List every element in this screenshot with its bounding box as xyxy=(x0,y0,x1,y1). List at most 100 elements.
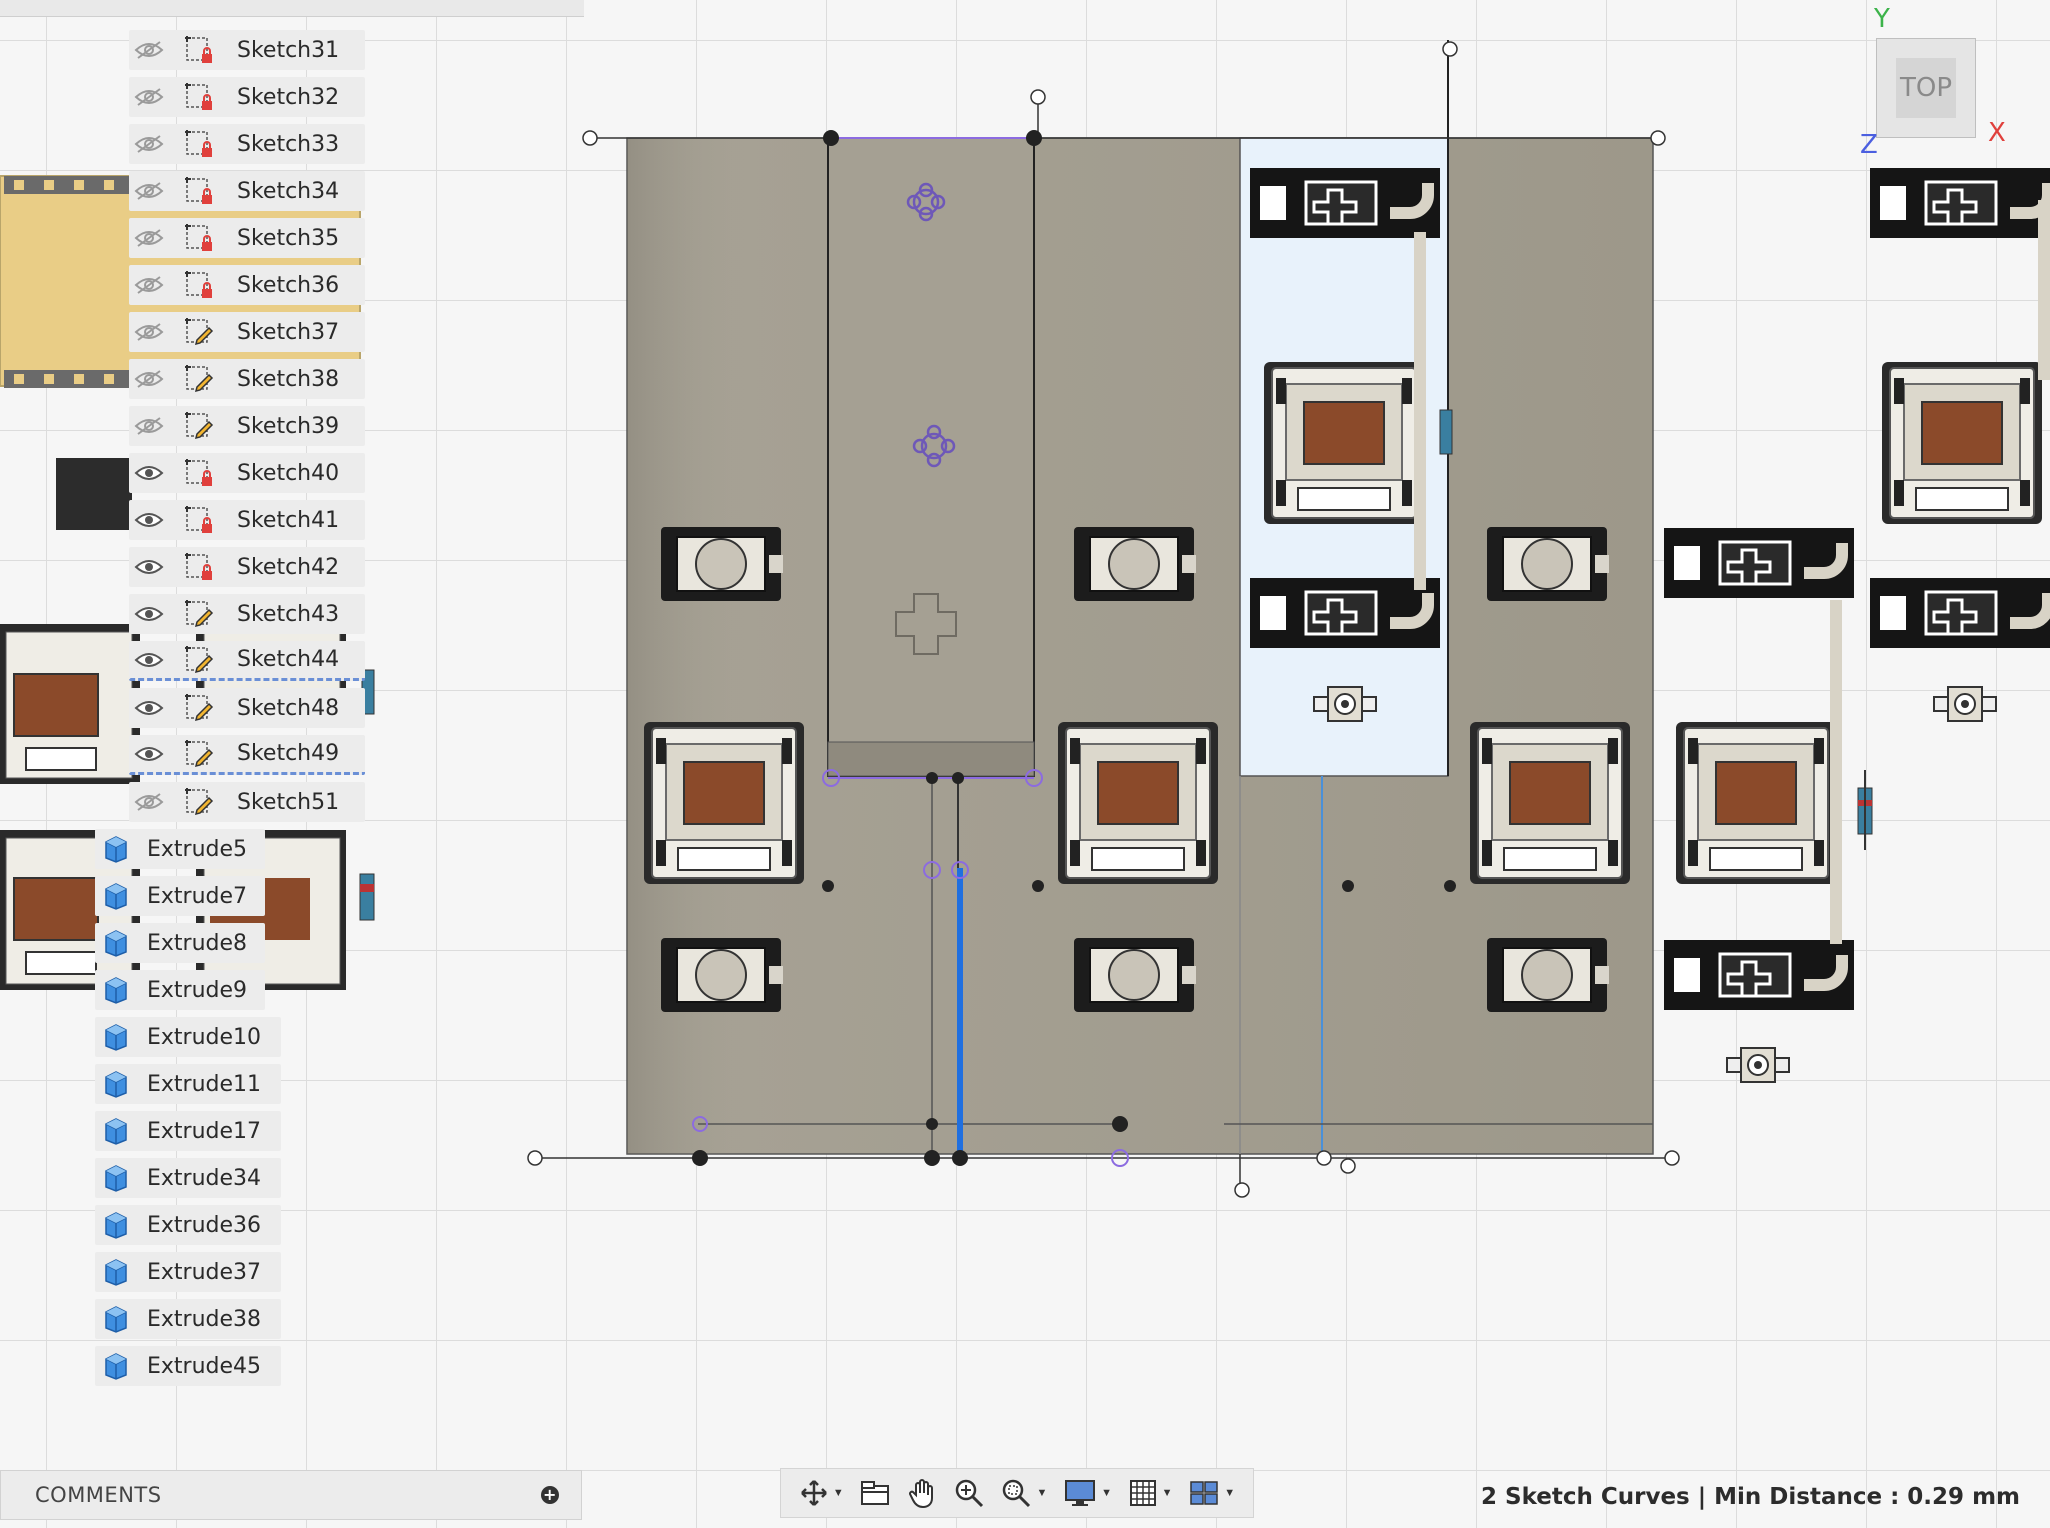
eye-hidden-icon[interactable] xyxy=(129,782,169,822)
viewports-dropdown-icon[interactable]: ▼ xyxy=(1224,1487,1235,1499)
eye-hidden-icon[interactable] xyxy=(129,171,169,211)
extrude-body-icon xyxy=(99,973,133,1007)
extrude-body-icon xyxy=(99,1302,133,1336)
browser-item-label: Extrude11 xyxy=(147,1071,262,1097)
browser-item-extrude8[interactable]: Extrude8 xyxy=(95,923,265,963)
browser-item-extrude11[interactable]: Extrude11 xyxy=(95,1064,281,1104)
browser-item-sketch33[interactable]: Sketch33 xyxy=(129,124,365,164)
pan-button[interactable] xyxy=(907,1477,937,1509)
eye-hidden-icon[interactable] xyxy=(129,218,169,258)
browser-item-label: Extrude37 xyxy=(147,1259,262,1285)
sketch-locked-icon xyxy=(179,547,219,587)
orbit-dropdown-icon[interactable]: ▼ xyxy=(833,1487,844,1499)
browser-item-extrude5[interactable]: Extrude5 xyxy=(95,829,265,869)
orbit-button[interactable]: ▼ xyxy=(799,1478,844,1508)
sketch-locked-icon xyxy=(179,218,219,258)
browser-item-sketch49[interactable]: Sketch49 xyxy=(129,735,365,775)
browser-item-sketch32[interactable]: Sketch32 xyxy=(129,77,365,117)
grid-dropdown-icon[interactable]: ▼ xyxy=(1162,1487,1173,1499)
viewports-button[interactable]: ▼ xyxy=(1188,1478,1235,1508)
sketch-locked-icon xyxy=(179,30,219,70)
browser-item-label: Extrude17 xyxy=(147,1118,262,1144)
browser-header[interactable] xyxy=(0,0,584,17)
eye-hidden-icon[interactable] xyxy=(129,77,169,117)
browser-item-sketch43[interactable]: Sketch43 xyxy=(129,594,365,634)
orbit-icon xyxy=(800,1480,827,1506)
browser-item-label: Extrude9 xyxy=(147,977,248,1003)
eye-icon[interactable] xyxy=(129,547,169,587)
browser-item-label: Sketch41 xyxy=(237,507,340,533)
browser-item-label: Sketch32 xyxy=(237,84,340,110)
browser-item-sketch48[interactable]: Sketch48 xyxy=(129,688,365,728)
browser-item-extrude34[interactable]: Extrude34 xyxy=(95,1158,281,1198)
eye-icon[interactable] xyxy=(129,734,169,774)
zoom-dropdown-icon[interactable]: ▼ xyxy=(1036,1487,1047,1499)
grid-settings-icon xyxy=(1129,1480,1156,1506)
browser-item-sketch42[interactable]: Sketch42 xyxy=(129,547,365,587)
eye-icon[interactable] xyxy=(129,453,169,493)
eye-hidden-icon[interactable] xyxy=(129,265,169,305)
sketch-edit-icon xyxy=(179,640,219,680)
browser-item-label: Sketch38 xyxy=(237,366,340,392)
eye-hidden-icon[interactable] xyxy=(129,30,169,70)
browser-item-extrude37[interactable]: Extrude37 xyxy=(95,1252,281,1292)
display-settings-icon xyxy=(1065,1480,1096,1506)
browser-item-label: Sketch36 xyxy=(237,272,340,298)
browser-item-extrude38[interactable]: Extrude38 xyxy=(95,1299,281,1339)
browser-item-sketch37[interactable]: Sketch37 xyxy=(129,312,365,352)
browser-item-extrude17[interactable]: Extrude17 xyxy=(95,1111,281,1151)
sketch-edit-icon xyxy=(179,734,219,774)
eye-hidden-icon[interactable] xyxy=(129,359,169,399)
zoom-window-button[interactable]: ▼ xyxy=(1000,1477,1047,1509)
sketch-edit-icon xyxy=(179,406,219,446)
browser-item-sketch51[interactable]: Sketch51 xyxy=(129,782,365,822)
extrude-body-icon xyxy=(99,1208,133,1242)
browser-item-sketch39[interactable]: Sketch39 xyxy=(129,406,365,446)
browser-item-extrude36[interactable]: Extrude36 xyxy=(95,1205,281,1245)
browser-item-extrude10[interactable]: Extrude10 xyxy=(95,1017,281,1057)
extrude-body-icon xyxy=(99,1349,133,1383)
eye-hidden-icon[interactable] xyxy=(129,406,169,446)
browser-item-label: Sketch34 xyxy=(237,178,340,204)
browser-item-label: Sketch49 xyxy=(237,741,340,766)
browser-item-sketch34[interactable]: Sketch34 xyxy=(129,171,365,211)
eye-icon[interactable] xyxy=(129,500,169,540)
browser-item-sketch40[interactable]: Sketch40 xyxy=(129,453,365,493)
eye-icon[interactable] xyxy=(129,594,169,634)
view-cube[interactable]: TOP xyxy=(1872,36,1982,146)
browser-item-sketch31[interactable]: Sketch31 xyxy=(129,30,365,70)
browser-item-label: Extrude7 xyxy=(147,883,248,909)
browser-item-label: Extrude45 xyxy=(147,1353,262,1379)
zoom-button[interactable] xyxy=(953,1477,985,1509)
browser-item-sketch36[interactable]: Sketch36 xyxy=(129,265,365,305)
sketch-edit-icon xyxy=(179,688,219,728)
browser-item-extrude9[interactable]: Extrude9 xyxy=(95,970,265,1010)
browser-item-sketch38[interactable]: Sketch38 xyxy=(129,359,365,399)
sketch-edit-icon xyxy=(179,594,219,634)
sketch-edit-icon xyxy=(179,359,219,399)
eye-hidden-icon[interactable] xyxy=(129,124,169,164)
grid-settings-button[interactable]: ▼ xyxy=(1128,1478,1173,1508)
comments-panel[interactable]: COMMENTS + xyxy=(0,1470,582,1520)
browser-item-sketch41[interactable]: Sketch41 xyxy=(129,500,365,540)
browser-item-sketch35[interactable]: Sketch35 xyxy=(129,218,365,258)
eye-hidden-icon[interactable] xyxy=(129,312,169,352)
zoom-window-icon xyxy=(1003,1479,1031,1508)
browser-item-extrude7[interactable]: Extrude7 xyxy=(95,876,265,916)
eye-icon[interactable] xyxy=(129,640,169,680)
eye-icon[interactable] xyxy=(129,688,169,728)
browser-item-extrude45[interactable]: Extrude45 xyxy=(95,1346,281,1386)
display-dropdown-icon[interactable]: ▼ xyxy=(1101,1487,1112,1499)
view-cube-top-face[interactable]: TOP xyxy=(1876,38,1976,138)
pan-icon xyxy=(909,1479,934,1509)
viewports-icon xyxy=(1190,1481,1218,1505)
sketch-edit-icon xyxy=(179,782,219,822)
extrude-body-icon xyxy=(99,1161,133,1195)
plus-circle-icon[interactable]: + xyxy=(541,1486,559,1504)
extrude-body-icon xyxy=(99,1255,133,1289)
browser-item-sketch44[interactable]: Sketch44 xyxy=(129,641,365,681)
browser-item-label: Sketch42 xyxy=(237,554,340,580)
browser-item-label: Sketch33 xyxy=(237,131,340,157)
display-settings-button[interactable]: ▼ xyxy=(1063,1478,1112,1508)
look-at-button[interactable] xyxy=(859,1478,891,1508)
